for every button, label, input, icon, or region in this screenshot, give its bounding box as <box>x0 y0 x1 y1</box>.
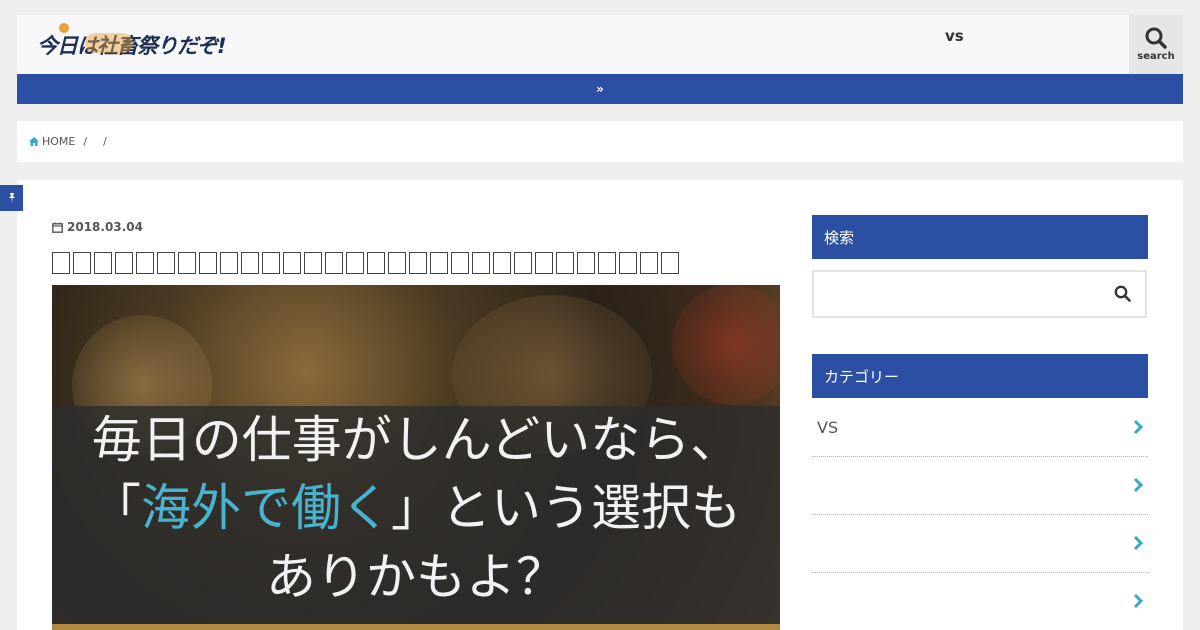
title-glyph-box <box>136 252 154 274</box>
sidebar-search <box>812 270 1147 318</box>
hero-line-3: ありかもよ？ <box>266 548 566 606</box>
title-glyph-box <box>619 252 637 274</box>
title-glyph-box <box>451 252 469 274</box>
title-glyph-box <box>661 252 679 274</box>
header-search-button[interactable]: search <box>1129 15 1183 74</box>
title-glyph-box <box>556 252 574 274</box>
chevron-right-icon <box>1133 477 1144 493</box>
hero-line-2: 「海外で働く」という選択も <box>52 478 780 538</box>
title-glyph-box <box>598 252 616 274</box>
hero-bottom-strip <box>52 624 780 630</box>
category-item-label: VS <box>817 418 839 437</box>
breadcrumb-separator: / <box>83 135 88 148</box>
title-glyph-box <box>640 252 658 274</box>
category-item[interactable] <box>812 573 1148 630</box>
title-glyph-box <box>220 252 238 274</box>
title-glyph-box <box>157 252 175 274</box>
post-title[interactable] <box>52 246 780 280</box>
title-glyph-box <box>346 252 364 274</box>
title-glyph-box <box>199 252 217 274</box>
title-glyph-box <box>73 252 91 274</box>
title-glyph-box <box>325 252 343 274</box>
category-item[interactable] <box>812 515 1148 573</box>
nav-item-vs[interactable]: vs <box>945 27 964 45</box>
title-glyph-box <box>262 252 280 274</box>
title-glyph-box <box>514 252 532 274</box>
site-header: 今日は社畜祭りだぞ! vs search <box>17 15 1183 74</box>
search-icon[interactable] <box>1114 285 1131 302</box>
post-date-text: 2018.03.04 <box>67 220 143 234</box>
title-glyph-box <box>94 252 112 274</box>
hero-background-glow <box>672 285 780 405</box>
breadcrumb-separator: / <box>103 135 107 148</box>
title-glyph-box <box>388 252 406 274</box>
chevron-right-icon <box>1133 419 1144 435</box>
category-item[interactable]: VS <box>812 399 1148 457</box>
logo-accent <box>59 23 69 33</box>
search-icon <box>1145 27 1167 49</box>
post-date: 2018.03.04 <box>52 220 143 234</box>
site-logo[interactable]: 今日は社畜祭りだぞ! <box>37 23 227 61</box>
title-glyph-box <box>577 252 595 274</box>
category-item[interactable] <box>812 457 1148 515</box>
breadcrumb-home[interactable]: HOME <box>29 135 75 148</box>
double-chevron-right-icon: » <box>596 82 604 96</box>
logo-swoosh <box>85 33 133 53</box>
notice-bar[interactable]: » <box>17 74 1183 104</box>
side-tab[interactable] <box>0 185 23 211</box>
title-glyph-box <box>535 252 553 274</box>
logo-mark: 今日は社畜祭りだぞ! <box>37 23 227 60</box>
chevron-right-icon <box>1133 593 1144 609</box>
chevron-right-icon <box>1133 535 1144 551</box>
search-label: search <box>1137 51 1175 62</box>
hero-accent-text: 海外で働く <box>141 479 391 537</box>
title-glyph-box <box>241 252 259 274</box>
title-glyph-box <box>409 252 427 274</box>
title-glyph-box <box>367 252 385 274</box>
pin-icon <box>8 193 15 203</box>
hero-line-1: 毎日の仕事がしんどいなら、 <box>91 411 741 469</box>
hero-bracket-open: 「 <box>91 479 141 537</box>
breadcrumb: HOME / / <box>17 121 1183 162</box>
widget-title-categories: カテゴリー <box>812 354 1148 398</box>
calendar-icon <box>52 222 63 233</box>
hero-line-2-rest: 」という選択も <box>391 479 741 537</box>
title-glyph-box <box>472 252 490 274</box>
home-icon <box>29 136 39 146</box>
title-glyph-box <box>430 252 448 274</box>
title-glyph-box <box>115 252 133 274</box>
title-glyph-box <box>493 252 511 274</box>
widget-title-search: 検索 <box>812 215 1148 259</box>
sidebar-search-input[interactable] <box>814 272 1104 316</box>
title-glyph-box <box>283 252 301 274</box>
title-glyph-box <box>178 252 196 274</box>
title-glyph-box <box>304 252 322 274</box>
title-glyph-box <box>52 252 70 274</box>
hero-image: 毎日の仕事がしんどいなら、 「海外で働く」という選択も ありかもよ？ <box>52 285 780 630</box>
breadcrumb-home-label: HOME <box>42 135 76 148</box>
